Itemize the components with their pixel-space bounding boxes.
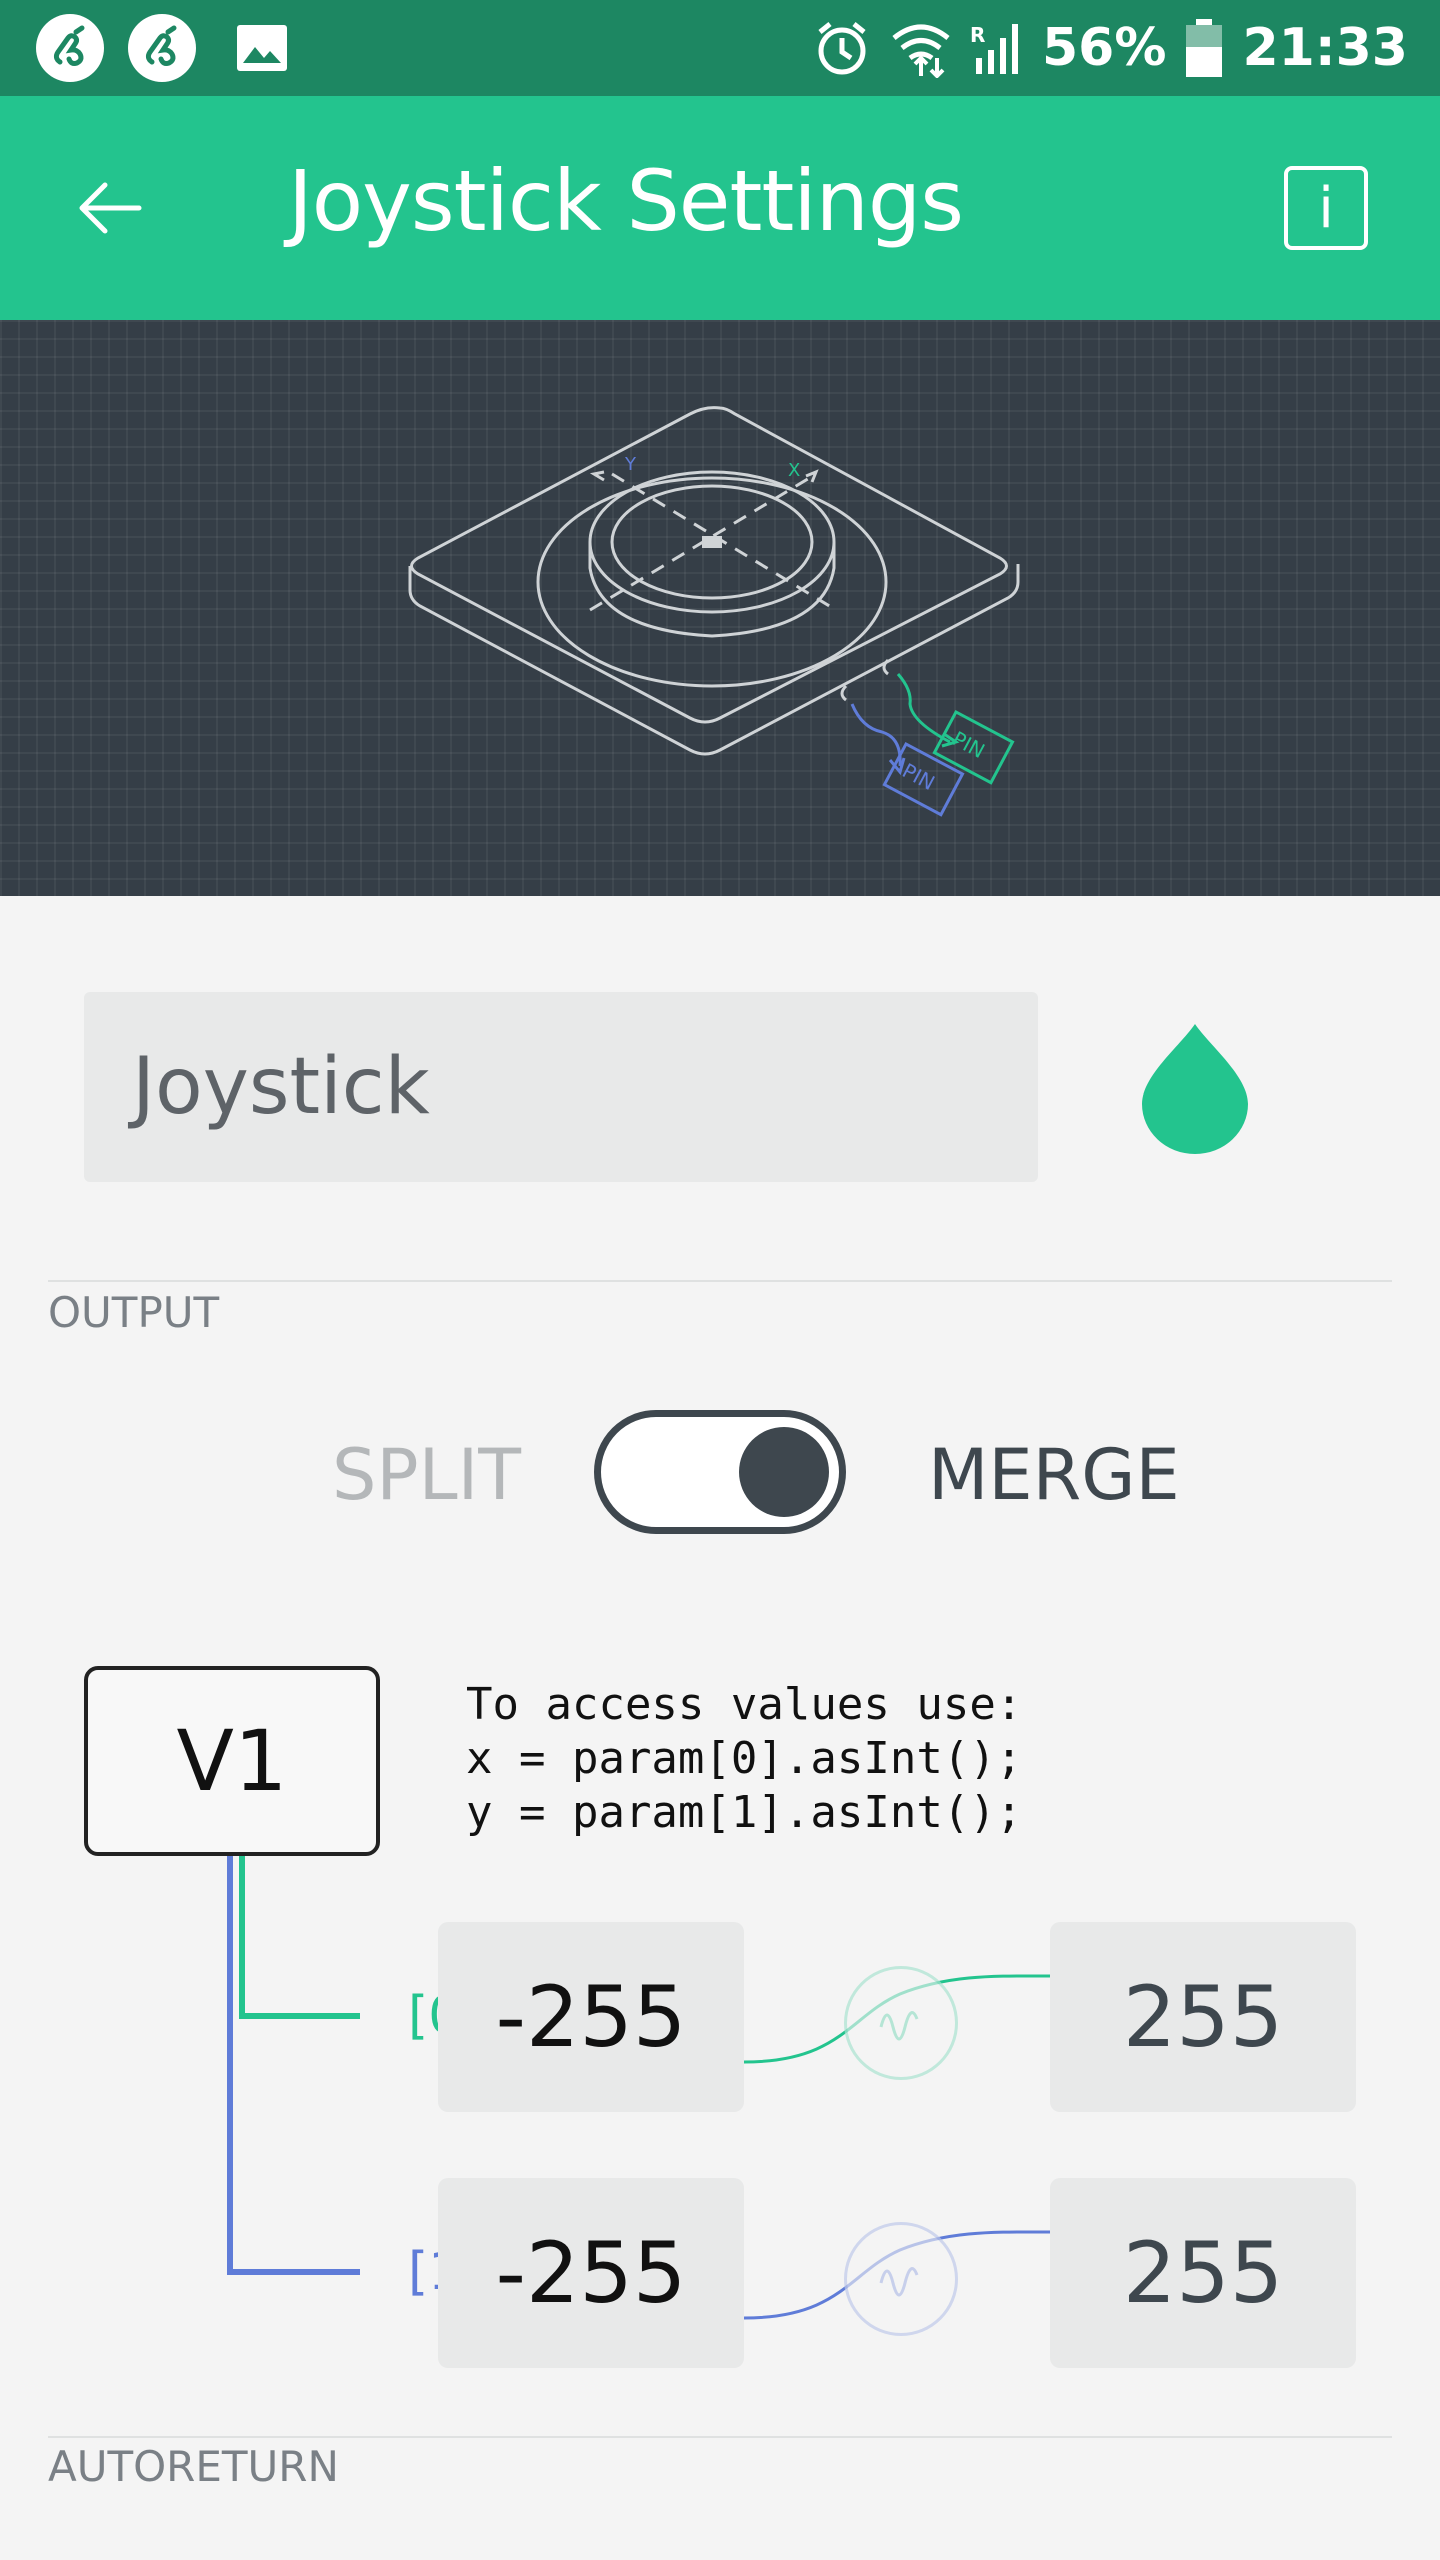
wifi-icon (890, 18, 952, 78)
y-max-input[interactable]: 255 (1050, 2178, 1356, 2368)
pin-x-tag: PIN (932, 709, 1015, 785)
joystick-base-top (410, 406, 1008, 724)
blynk-app-icon (36, 14, 104, 82)
info-icon: i (1318, 175, 1334, 241)
split-merge-toggle[interactable] (594, 1410, 846, 1534)
x-max-input[interactable]: 255 (1050, 1922, 1356, 2112)
split-label: SPLIT (332, 1434, 522, 1516)
widget-name-value: Joystick (132, 1042, 430, 1132)
signal-icon: R (970, 20, 1024, 76)
toggle-knob (739, 1427, 829, 1517)
page-title: Joystick Settings (288, 152, 964, 250)
y-min-value: -255 (495, 2224, 687, 2322)
joystick-base-side (408, 564, 1020, 756)
y-mapping-curve-button[interactable] (844, 2222, 958, 2336)
joystick-diagram: Y X PIN PIN (408, 406, 1020, 817)
battery-icon (1184, 17, 1224, 79)
autoreturn-section-label: AUTORETURN (48, 2442, 339, 2491)
gallery-icon (228, 14, 296, 82)
blynk-app-icon (128, 14, 196, 82)
svg-text:PIN: PIN (948, 726, 988, 763)
y-min-input[interactable]: -255 (438, 2178, 744, 2368)
output-section-label: OUTPUT (48, 1288, 220, 1337)
pin-selector[interactable]: V1 (84, 1666, 380, 1856)
axis-y-label: Y (624, 454, 637, 475)
x-max-value: 255 (1122, 1968, 1284, 2066)
clock-time: 21:33 (1242, 18, 1408, 78)
y-max-value: 255 (1122, 2224, 1284, 2322)
curve-icon (879, 2011, 919, 2041)
code-line: y = param[1].asInt(); (466, 1787, 1023, 1838)
x-min-input[interactable]: -255 (438, 1922, 744, 2112)
divider (48, 1280, 1392, 1282)
axis-x-label: X (788, 460, 800, 481)
color-drop-icon (1142, 1024, 1248, 1154)
arrow-left-icon (79, 182, 142, 234)
joystick-illustration: Y X PIN PIN (0, 320, 1440, 896)
info-button[interactable]: i (1284, 166, 1368, 250)
code-line: x = param[0].asInt(); (466, 1733, 1023, 1784)
color-picker-button[interactable] (1140, 1022, 1250, 1154)
alarm-icon (812, 18, 872, 78)
battery-percent: 56% (1042, 18, 1167, 78)
code-hint: To access values use: x = param[0].asInt(… (466, 1678, 1022, 1840)
pin-value: V1 (176, 1712, 288, 1810)
merge-label: MERGE (928, 1434, 1180, 1516)
code-line: To access values use: (466, 1679, 1023, 1730)
svg-text:PIN: PIN (898, 758, 938, 795)
svg-text:R: R (970, 23, 985, 47)
pin-y-tag: PIN (882, 741, 965, 817)
app-bar: Joystick Settings i (0, 96, 1440, 320)
x-mapping-curve-button[interactable] (844, 1966, 958, 2080)
divider (48, 2436, 1392, 2438)
status-bar: R 56% 21:33 (0, 0, 1440, 96)
back-button[interactable] (60, 158, 160, 258)
curve-icon (879, 2267, 919, 2297)
joystick-outer-ring (536, 476, 888, 688)
widget-name-input[interactable]: Joystick (84, 992, 1038, 1182)
x-min-value: -255 (495, 1968, 687, 2066)
